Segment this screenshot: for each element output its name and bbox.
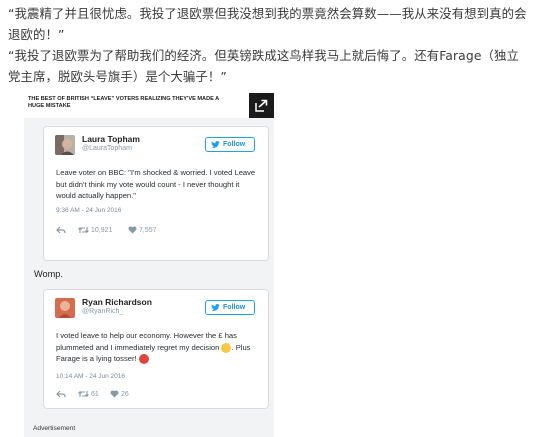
like-button[interactable]: 7,557 bbox=[128, 226, 157, 234]
tweet-text: Leave voter on BBC: "I'm shocked & worri… bbox=[56, 168, 256, 200]
reply-button[interactable] bbox=[56, 390, 66, 398]
author-name[interactable]: Ryan Richardson bbox=[82, 297, 152, 307]
retweet-icon bbox=[78, 226, 89, 234]
retweet-button[interactable]: 10,921 bbox=[78, 226, 112, 234]
author-handle[interactable]: @RyanRich_ bbox=[82, 308, 123, 315]
author-name[interactable]: Laura Topham bbox=[82, 134, 140, 144]
follow-button[interactable]: Follow bbox=[205, 137, 255, 152]
tweet-card-ryan: Ryan Richardson @RyanRich_ Follow I vote… bbox=[43, 289, 269, 409]
tweet-actions: 10,921 7,557 bbox=[56, 226, 256, 236]
like-button[interactable]: 26 bbox=[110, 390, 129, 398]
share-arrow-icon bbox=[255, 99, 268, 112]
follow-button[interactable]: Follow bbox=[205, 300, 255, 315]
quote-paragraph-2: “我投了退欧票为了帮助我们的经济。但英镑跌成这鸟样我马上就后悔了。还有Farag… bbox=[8, 48, 520, 84]
embedded-article-screenshot: THE BEST OF BRITISH “LEAVE” VOTERS REALI… bbox=[24, 93, 274, 437]
worried-face-emoji-icon bbox=[221, 342, 232, 353]
tweet-text: I voted leave to help our economy. Howev… bbox=[56, 330, 261, 365]
tweet-timestamp[interactable]: 9:36 AM - 24 Jun 2016 bbox=[56, 207, 121, 214]
avatar[interactable] bbox=[55, 135, 75, 155]
like-count: 26 bbox=[121, 390, 129, 398]
retweet-count: 10,921 bbox=[91, 226, 113, 234]
follow-label: Follow bbox=[223, 140, 246, 148]
twitter-bird-icon bbox=[211, 141, 220, 148]
quote-paragraph-1: “我震精了并且很忧虑。我投了退欧票但我没想到我的票竟然会算数——我从来没有想到真… bbox=[8, 6, 527, 42]
reply-button[interactable] bbox=[56, 226, 66, 234]
author-handle[interactable]: @LauraTopham bbox=[82, 145, 132, 152]
twitter-bird-icon bbox=[211, 304, 220, 311]
advertisement-label: Advertisement bbox=[33, 425, 76, 432]
avatar[interactable] bbox=[55, 298, 75, 318]
tweet-timestamp[interactable]: 10:14 AM - 24 Jun 2016 bbox=[56, 373, 125, 380]
tweet-card-laura: Laura Topham @LauraTopham Follow Leave v… bbox=[43, 126, 269, 261]
tweet-actions: 61 26 bbox=[56, 390, 256, 400]
heart-icon bbox=[128, 226, 137, 234]
interlude-text: Womp. bbox=[34, 269, 63, 279]
banner-title: THE BEST OF BRITISH “LEAVE” VOTERS REALI… bbox=[28, 96, 220, 109]
reply-icon bbox=[56, 390, 66, 398]
retweet-icon bbox=[78, 390, 89, 398]
angry-face-emoji-icon bbox=[138, 354, 149, 364]
reply-icon bbox=[56, 226, 66, 234]
retweet-count: 61 bbox=[91, 390, 99, 398]
heart-icon bbox=[110, 390, 119, 398]
tweet-text-part-1: I voted leave to help our economy. Howev… bbox=[56, 331, 237, 352]
retweet-button[interactable]: 61 bbox=[78, 390, 99, 398]
share-button[interactable] bbox=[249, 93, 274, 118]
article-banner: THE BEST OF BRITISH “LEAVE” VOTERS REALI… bbox=[24, 93, 274, 118]
follow-label: Follow bbox=[223, 303, 246, 311]
like-count: 7,557 bbox=[139, 226, 157, 234]
